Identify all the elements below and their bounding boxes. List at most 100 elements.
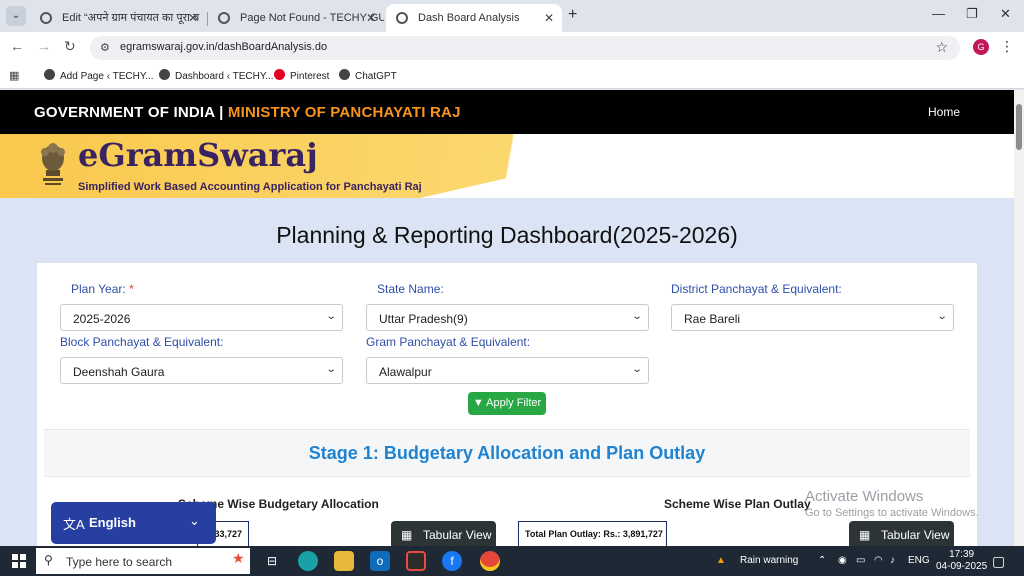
bookmarks-bar: ▦ Add Page ‹ TECHY... Dashboard ‹ TECHY.… [0,62,1024,89]
page-scrollbar[interactable] [1014,90,1024,546]
forward-arrow-icon[interactable]: → [37,38,51,54]
search-highlight-icon: ★ [232,550,245,566]
volume-icon[interactable]: ♪ [890,555,895,566]
activate-windows-watermark: Activate Windows Go to Settings to activ… [805,488,979,519]
clock-date: 04-09-2025 [936,561,988,572]
apply-filter-label: Apply Filter [486,397,542,409]
weather-icon[interactable]: ▲ [716,555,726,566]
plan-year-label-text: Plan Year: [71,282,126,296]
stage-header: Stage 1: Budgetary Allocation and Plan O… [44,429,970,477]
tab-edit-post[interactable]: Edit “अपने ग्राम पंचायत का पूरा ब ✕ [30,4,206,32]
search-placeholder: Type here to search [66,555,173,569]
bookmark-add-page[interactable]: Add Page ‹ TECHY... [44,69,154,82]
close-icon[interactable]: ✕ [366,4,376,32]
tab-title: Page Not Found - TECHY GULS [240,12,384,24]
chrome-icon[interactable] [480,551,500,571]
close-icon[interactable]: ✕ [188,4,198,32]
home-link[interactable]: Home [928,105,960,119]
tab-title: Dash Board Analysis [418,12,520,24]
bookmark-star-icon[interactable]: ☆ [935,39,948,56]
globe-icon [218,12,230,24]
task-view-icon[interactable]: ⊟ [262,551,282,571]
tray-overflow-icon[interactable]: ⌃ [818,555,826,566]
government-header: GOVERNMENT OF INDIA | MINISTRY OF PANCHA… [0,90,1014,134]
close-icon[interactable]: ✕ [544,4,554,32]
chevron-down-icon: ⌄ [189,513,200,528]
network-drive-icon[interactable]: ▭ [856,555,865,566]
outlay-heading: Scheme Wise Plan Outlay [664,497,811,511]
site-tagline: Simplified Work Based Accounting Applica… [78,181,422,193]
new-tab-button[interactable]: + [568,6,577,24]
tab-search-button[interactable]: ⌄ [6,6,26,26]
block-select[interactable]: Deenshah Gaura ⌄ [60,357,343,384]
edge-icon[interactable] [298,551,318,571]
facebook-icon[interactable]: f [442,551,462,571]
outlay-total-box: Total Plan Outlay: Rs.: 3,891,727 [518,521,667,546]
table-icon: ▦ [401,528,413,542]
tab-dashboard-analysis[interactable]: Dash Board Analysis ✕ [386,4,562,32]
browser-menu-icon[interactable]: ⋮ [1000,38,1014,55]
header-title: GOVERNMENT OF INDIA | MINISTRY OF PANCHA… [34,104,461,121]
site-brand: eGramSwaraj [78,136,318,174]
wifi-icon[interactable]: ◠ [874,555,883,566]
bookmark-dashboard[interactable]: Dashboard ‹ TECHY... [159,69,274,82]
wordpress-icon [159,69,170,80]
chevron-down-icon: ⌄ [631,364,643,375]
globe-icon [40,12,52,24]
plan-year-label: Plan Year: * [71,282,134,296]
state-select[interactable]: Uttar Pradesh(9) ⌄ [366,304,649,331]
language-indicator[interactable]: ENG [908,555,930,566]
weather-text[interactable]: Rain warning [740,555,798,566]
url-text[interactable]: egramswaraj.gov.in/dashBoardAnalysis.do [120,41,327,53]
scrollbar-thumb[interactable] [1016,104,1022,150]
tray-app-icon[interactable]: ◉ [838,555,847,566]
page-content: GOVERNMENT OF INDIA | MINISTRY OF PANCHA… [0,90,1014,546]
apps-grid-icon[interactable]: ▦ [9,69,19,82]
system-clock[interactable]: 17:39 04-09-2025 [936,549,987,573]
language-label: English [89,515,136,530]
bookmark-label: Pinterest [290,71,330,82]
profile-avatar[interactable]: G [973,39,989,55]
windows-taskbar: ⚲ Type here to search ★ ⊟ o f ▲ Rain war… [0,546,1024,576]
required-mark: * [129,282,134,296]
language-selector[interactable]: 文A English ⌄ [51,502,216,544]
bookmark-pinterest[interactable]: Pinterest [274,69,329,82]
bookmark-chatgpt[interactable]: ChatGPT [339,69,397,82]
chevron-down-icon: ⌄ [325,364,337,375]
site-settings-icon[interactable]: ⚙ [100,41,110,54]
block-value: Deenshah Gaura [73,365,165,379]
back-arrow-icon[interactable]: ← [10,38,24,54]
chevron-down-icon: ⌄ [325,311,337,322]
page-title: Planning & Reporting Dashboard(2025-2026… [276,222,738,248]
windows-start-icon[interactable] [12,554,26,568]
plan-year-value: 2025-2026 [73,312,131,326]
chatgpt-icon [339,69,350,80]
notification-icon[interactable]: ▢ [992,553,1005,570]
address-bar[interactable]: ⚙ egramswaraj.gov.in/dashBoardAnalysis.d… [90,36,960,60]
file-explorer-icon[interactable] [334,551,354,571]
block-label: Block Panchayat & Equivalent: [60,335,224,349]
outlook-icon[interactable]: o [370,551,390,571]
tabular-view-button[interactable]: ▦ Tabular View [391,521,496,546]
tabular-view-label: Tabular View [423,528,492,542]
minimize-icon[interactable]: — [932,6,945,21]
watermark-subtitle: Go to Settings to activate Windows. [805,507,979,519]
gram-select[interactable]: Alawalpur ⌄ [366,357,649,384]
reload-icon[interactable]: ↻ [64,38,76,55]
chevron-down-icon: ⌄ [631,311,643,322]
plan-year-select[interactable]: 2025-2026 ⌄ [60,304,343,331]
gram-label: Gram Panchayat & Equivalent: [366,335,531,349]
national-emblem-icon [41,143,65,185]
state-value: Uttar Pradesh(9) [379,312,468,326]
tabular-view-button[interactable]: ▦ Tabular View [849,521,954,546]
store-icon[interactable] [406,551,426,571]
district-select[interactable]: Rae Bareli ⌄ [671,304,954,331]
globe-icon [396,12,408,24]
taskbar-search[interactable]: ⚲ Type here to search ★ [36,548,250,574]
browser-tab-bar: ⌄ Edit “अपने ग्राम पंचायत का पूरा ब ✕ Pa… [0,0,1024,32]
restore-icon[interactable]: ❐ [966,6,978,22]
tab-page-not-found[interactable]: Page Not Found - TECHY GULS ✕ [208,4,384,32]
apply-filter-button[interactable]: ▼ Apply Filter [468,392,546,415]
district-value: Rae Bareli [684,312,741,326]
window-close-icon[interactable]: ✕ [1000,6,1011,22]
